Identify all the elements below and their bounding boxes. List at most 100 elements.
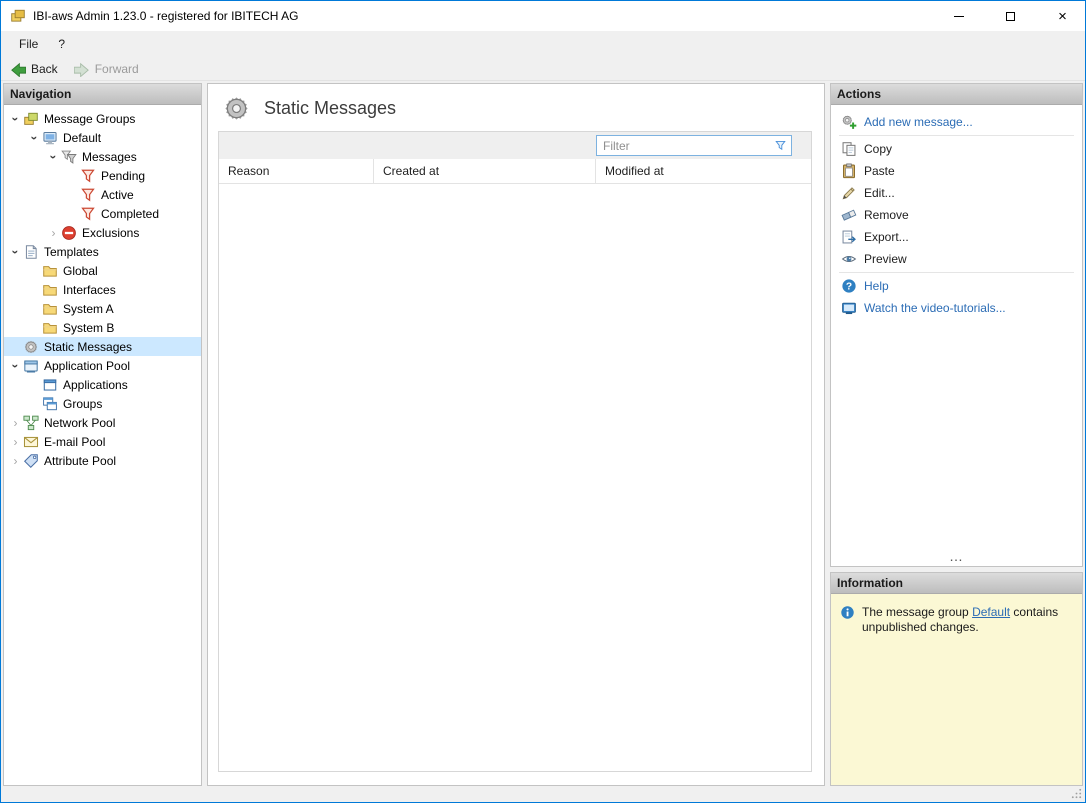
action-add-new-message[interactable]: Add new message... — [831, 111, 1082, 133]
action-paste[interactable]: Paste — [831, 160, 1082, 182]
tree-item-system-a[interactable]: System A — [4, 299, 201, 318]
action-label: Edit... — [864, 186, 895, 200]
minimize-button[interactable] — [936, 2, 981, 31]
message-groups-icon — [23, 111, 39, 127]
tree-item-label: Pending — [101, 169, 145, 183]
export-icon — [841, 229, 857, 245]
tree-item-message-groups[interactable]: ›Message Groups — [4, 109, 201, 128]
chevron-expanded-icon[interactable]: › — [9, 244, 23, 259]
tree-item-system-b[interactable]: System B — [4, 318, 201, 337]
action-help[interactable]: ?Help — [831, 275, 1082, 297]
action-label: Add new message... — [864, 115, 973, 129]
action-copy[interactable]: Copy — [831, 138, 1082, 160]
action-label: Paste — [864, 164, 895, 178]
actions-separator — [839, 272, 1074, 273]
tree-item-label: Active — [101, 188, 134, 202]
chevron-collapsed-icon[interactable]: › — [46, 226, 61, 240]
info-link-default[interactable]: Default — [972, 605, 1010, 619]
column-header-modified-at[interactable]: Modified at — [596, 159, 811, 183]
information-panel: Information The message group Default co… — [830, 572, 1083, 786]
action-remove[interactable]: Remove — [831, 204, 1082, 226]
menu-file[interactable]: File — [9, 33, 48, 55]
action-label: Copy — [864, 142, 892, 156]
chevron-collapsed-icon[interactable]: › — [8, 454, 23, 468]
action-edit[interactable]: Edit... — [831, 182, 1082, 204]
attribute-icon — [23, 453, 39, 469]
chevron-expanded-icon[interactable]: › — [9, 111, 23, 126]
svg-text:?: ? — [846, 282, 852, 293]
app-window: IBI-aws Admin 1.23.0 - registered for IB… — [0, 0, 1086, 803]
help-icon: ? — [841, 278, 857, 294]
app-pool-icon — [23, 358, 39, 374]
info-icon — [840, 605, 855, 620]
tree-item-label: Global — [63, 264, 98, 278]
tree-item-static-messages[interactable]: Static Messages — [4, 337, 201, 356]
info-text-part: The message group — [862, 605, 972, 619]
actions-spacer — [831, 319, 1082, 553]
resize-grip-icon[interactable] — [1070, 787, 1083, 800]
tree-item-e-mail-pool[interactable]: ›E-mail Pool — [4, 432, 201, 451]
chevron-expanded-icon[interactable]: › — [9, 358, 23, 373]
edit-icon — [841, 185, 857, 201]
tree-item-active[interactable]: Active — [4, 185, 201, 204]
tree-item-messages[interactable]: ›Messages — [4, 147, 201, 166]
forward-arrow-icon — [74, 61, 90, 77]
forward-button[interactable]: Forward — [74, 61, 139, 77]
table-header-row: ReasonCreated atModified at — [219, 159, 811, 184]
page-title: Static Messages — [264, 98, 396, 119]
funnel-icon — [80, 187, 96, 203]
filter-funnel-icon[interactable] — [774, 139, 787, 152]
toolbar: Back Forward — [1, 57, 1085, 81]
action-preview[interactable]: Preview — [831, 248, 1082, 270]
tree-item-label: Exclusions — [82, 226, 139, 240]
folder-icon — [42, 263, 58, 279]
menu-help[interactable]: ? — [48, 33, 75, 55]
tree-item-label: Groups — [63, 397, 102, 411]
static-messages-icon — [23, 339, 39, 355]
filter-field — [596, 135, 792, 156]
action-label: Preview — [864, 252, 907, 266]
column-header-reason[interactable]: Reason — [219, 159, 374, 183]
copy-icon — [841, 141, 857, 157]
actions-separator — [839, 135, 1074, 136]
email-icon — [23, 434, 39, 450]
actions-splitter-grip[interactable]: … — [831, 553, 1082, 566]
tree-item-exclusions[interactable]: › Exclusions — [4, 223, 201, 242]
tree-item-completed[interactable]: Completed — [4, 204, 201, 223]
maximize-icon — [1006, 12, 1015, 21]
tree-item-attribute-pool[interactable]: ›Attribute Pool — [4, 451, 201, 470]
tree-item-default[interactable]: ›Default — [4, 128, 201, 147]
tree-item-label: Completed — [101, 207, 159, 221]
messages-icon — [61, 149, 77, 165]
tree-item-label: Interfaces — [63, 283, 116, 297]
maximize-button[interactable] — [988, 2, 1033, 31]
filter-input[interactable] — [603, 139, 770, 153]
tree-item-global[interactable]: Global — [4, 261, 201, 280]
back-button[interactable]: Back — [10, 61, 58, 77]
computer-icon — [42, 130, 58, 146]
close-button[interactable]: × — [1040, 2, 1085, 31]
chevron-collapsed-icon[interactable]: › — [8, 416, 23, 430]
column-header-created-at[interactable]: Created at — [374, 159, 596, 183]
remove-icon — [841, 207, 857, 223]
right-column: Actions Add new message... Copy Paste Edit.… — [830, 83, 1083, 786]
chevron-expanded-icon[interactable]: › — [47, 149, 61, 164]
preview-icon — [841, 251, 857, 267]
action-watch-the-video-tutorials[interactable]: Watch the video-tutorials... — [831, 297, 1082, 319]
window-title: IBI-aws Admin 1.23.0 - registered for IB… — [33, 9, 929, 23]
tree-item-applications[interactable]: Applications — [4, 375, 201, 394]
tree-item-network-pool[interactable]: ›Network Pool — [4, 413, 201, 432]
message-list-box: ReasonCreated atModified at — [218, 131, 812, 772]
tree-item-application-pool[interactable]: ›Application Pool — [4, 356, 201, 375]
actions-header: Actions — [831, 84, 1082, 105]
action-export[interactable]: Export... — [831, 226, 1082, 248]
action-label: Export... — [864, 230, 909, 244]
tree-item-pending[interactable]: Pending — [4, 166, 201, 185]
folder-icon — [42, 282, 58, 298]
exclusions-icon — [61, 225, 77, 241]
tree-item-interfaces[interactable]: Interfaces — [4, 280, 201, 299]
chevron-expanded-icon[interactable]: › — [28, 130, 42, 145]
tree-item-templates[interactable]: ›Templates — [4, 242, 201, 261]
tree-item-groups[interactable]: Groups — [4, 394, 201, 413]
chevron-collapsed-icon[interactable]: › — [8, 435, 23, 449]
